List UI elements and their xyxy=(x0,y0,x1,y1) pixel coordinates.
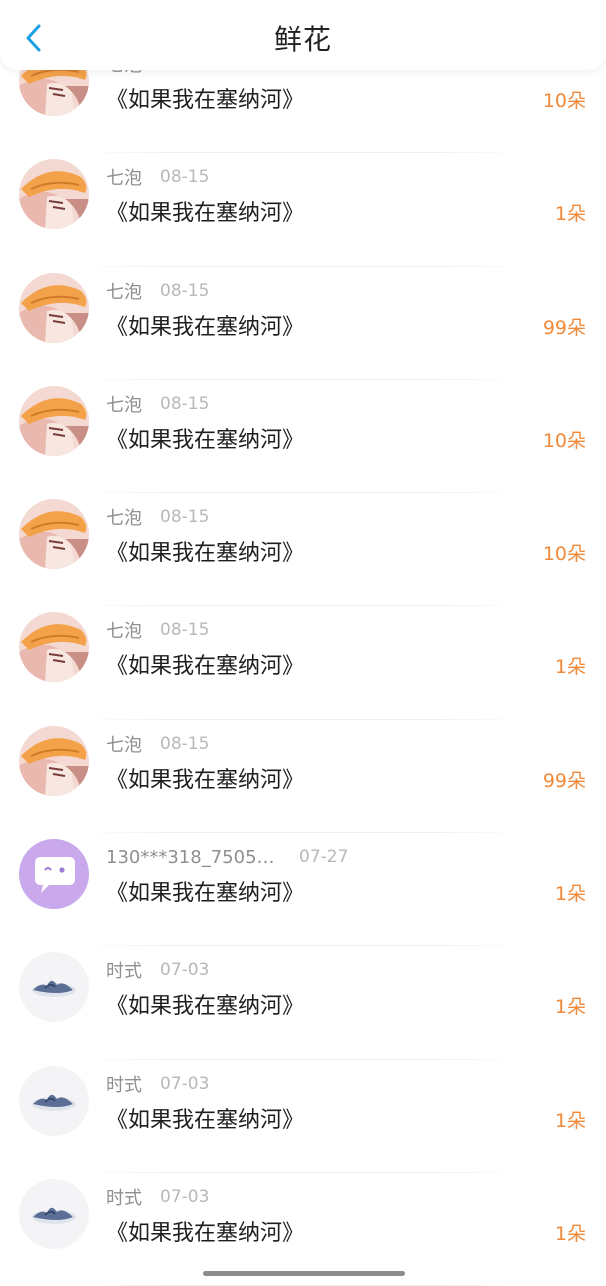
book-title[interactable]: 《如果我在塞纳河》 xyxy=(106,1215,304,1247)
list-item[interactable]: 七泡 08-15 《如果我在塞纳河》 1朵 xyxy=(0,606,606,720)
ink-landscape-avatar[interactable] xyxy=(19,1065,89,1136)
meta-row: 七泡 08-15 xyxy=(106,392,209,416)
anime-girl-avatar[interactable] xyxy=(19,612,89,683)
list-item[interactable]: 七泡 08-15 《如果我在塞纳河》 99朵 xyxy=(0,720,606,834)
chat-bubble-avatar[interactable] xyxy=(19,839,89,910)
anime-girl-avatar[interactable] xyxy=(19,725,89,796)
page-title: 鲜花 xyxy=(273,23,332,56)
flower-list: 七泡08-15《如果我在塞纳河》10朵七泡08-15《如果我在塞纳河》1朵七泡0… xyxy=(0,46,606,1286)
user-name[interactable]: 时式 xyxy=(106,1184,142,1210)
flower-count: 1朵 xyxy=(554,996,586,1019)
anime-girl-avatar[interactable] xyxy=(19,499,89,570)
meta-row: 七泡 08-15 xyxy=(106,505,209,529)
meta-row: 七泡 08-15 xyxy=(106,618,209,642)
book-title[interactable]: 《如果我在塞纳河》 xyxy=(106,1102,304,1134)
user-name[interactable]: 七泡 xyxy=(106,391,142,417)
book-title[interactable]: 《如果我在塞纳河》 xyxy=(106,82,304,114)
flower-count: 1朵 xyxy=(554,203,586,226)
send-date: 07-03 xyxy=(160,1073,210,1094)
home-indicator[interactable] xyxy=(203,1271,405,1276)
user-name[interactable]: 130***318_75052... xyxy=(106,847,281,868)
book-title[interactable]: 《如果我在塞纳河》 xyxy=(106,988,304,1020)
book-title[interactable]: 《如果我在塞纳河》 xyxy=(106,422,304,454)
flower-count: 10朵 xyxy=(542,543,586,566)
meta-row: 七泡 08-15 xyxy=(106,732,209,756)
ink-landscape-avatar[interactable] xyxy=(19,1178,89,1249)
book-title[interactable]: 《如果我在塞纳河》 xyxy=(106,648,304,680)
list-item[interactable]: 时式 07-03 《如果我在塞纳河》 1朵 xyxy=(0,1060,606,1173)
book-title[interactable]: 《如果我在塞纳河》 xyxy=(106,309,304,341)
flower-count: 1朵 xyxy=(554,1222,586,1245)
user-name[interactable]: 时式 xyxy=(106,1071,142,1097)
user-name[interactable]: 七泡 xyxy=(106,504,142,530)
anime-girl-avatar[interactable] xyxy=(19,272,89,343)
flower-count: 1朵 xyxy=(554,1109,586,1132)
list-item[interactable]: 时式 07-03 《如果我在塞纳河》 1朵 xyxy=(0,1173,606,1286)
send-date: 08-15 xyxy=(160,733,210,754)
send-date: 08-15 xyxy=(160,167,210,188)
list-item[interactable]: 七泡 08-15 《如果我在塞纳河》 1朵 xyxy=(0,153,606,267)
flower-count: 99朵 xyxy=(542,316,586,339)
send-date: 08-15 xyxy=(160,507,210,528)
list-item[interactable]: 130***318_75052... 07-27 《如果我在塞纳河》 1朵 xyxy=(0,833,606,947)
meta-row: 时式 07-03 xyxy=(106,1072,209,1096)
flower-count: 10朵 xyxy=(542,429,586,452)
meta-row: 时式 07-03 xyxy=(106,1185,209,1209)
meta-row: 七泡 08-15 xyxy=(106,165,209,189)
book-title[interactable]: 《如果我在塞纳河》 xyxy=(106,875,304,907)
anime-girl-avatar[interactable] xyxy=(19,385,89,456)
send-date: 08-15 xyxy=(160,280,210,301)
user-name[interactable]: 七泡 xyxy=(106,164,142,190)
anime-girl-avatar[interactable] xyxy=(19,159,89,230)
user-name[interactable]: 七泡 xyxy=(106,731,142,757)
top-bar: 鲜花 xyxy=(0,0,606,70)
book-title[interactable]: 《如果我在塞纳河》 xyxy=(106,762,304,794)
meta-row: 七泡 08-15 xyxy=(106,279,209,303)
user-name[interactable]: 时式 xyxy=(106,957,142,983)
send-date: 08-15 xyxy=(160,620,210,641)
list-item[interactable]: 七泡 08-15 《如果我在塞纳河》 10朵 xyxy=(0,380,606,494)
list-item[interactable]: 七泡 08-15 《如果我在塞纳河》 10朵 xyxy=(0,493,606,607)
book-title[interactable]: 《如果我在塞纳河》 xyxy=(106,535,304,567)
send-date: 07-03 xyxy=(160,960,210,981)
list-item[interactable]: 七泡 08-15 《如果我在塞纳河》 99朵 xyxy=(0,267,606,380)
user-name[interactable]: 七泡 xyxy=(106,617,142,643)
send-date: 08-15 xyxy=(160,393,210,414)
send-date: 07-27 xyxy=(299,847,349,868)
flower-count: 10朵 xyxy=(542,90,586,112)
ink-landscape-avatar[interactable] xyxy=(19,952,89,1023)
flower-count: 99朵 xyxy=(542,769,586,792)
meta-row: 130***318_75052... 07-27 xyxy=(106,845,348,869)
send-date: 07-03 xyxy=(160,1186,210,1207)
list-item[interactable]: 时式 07-03 《如果我在塞纳河》 1朵 xyxy=(0,946,606,1060)
meta-row: 时式 07-03 xyxy=(106,958,209,982)
flower-count: 1朵 xyxy=(554,883,586,906)
book-title[interactable]: 《如果我在塞纳河》 xyxy=(106,195,304,227)
user-name[interactable]: 七泡 xyxy=(106,278,142,304)
flower-count: 1朵 xyxy=(554,656,586,679)
